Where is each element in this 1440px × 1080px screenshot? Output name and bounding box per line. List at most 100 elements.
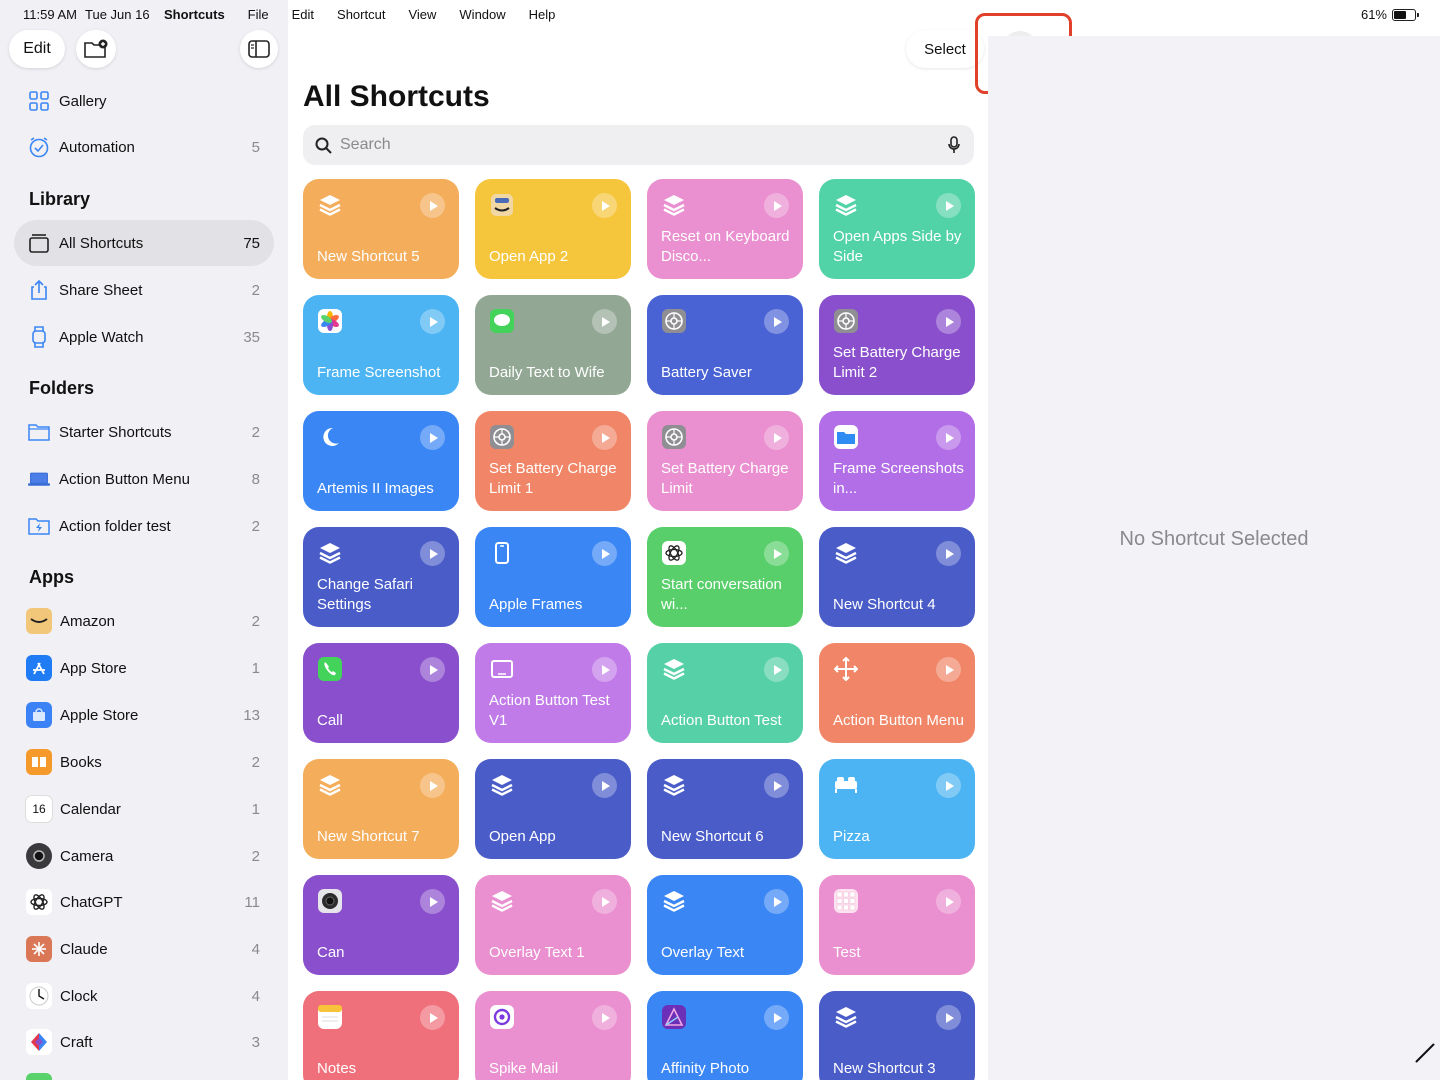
play-icon[interactable] (764, 541, 789, 566)
shortcut-tile[interactable]: Overlay Text (647, 875, 803, 975)
edit-button[interactable]: Edit (9, 30, 65, 68)
sidebar-item-gallery[interactable]: Gallery (14, 78, 274, 124)
play-icon[interactable] (420, 541, 445, 566)
shortcut-tile[interactable]: Set Battery Charge Limit 2 (819, 295, 975, 395)
play-icon[interactable] (420, 773, 445, 798)
shortcut-tile[interactable]: Overlay Text 1 (475, 875, 631, 975)
play-icon[interactable] (764, 657, 789, 682)
shortcut-tile[interactable]: Open App (475, 759, 631, 859)
play-icon[interactable] (936, 773, 961, 798)
play-icon[interactable] (592, 425, 617, 450)
search-field[interactable]: Search (303, 125, 974, 165)
shortcut-tile[interactable]: Open Apps Side by Side (819, 179, 975, 279)
sidebar-item-clock[interactable]: Clock 4 (14, 973, 274, 1019)
shortcut-tile[interactable]: Spike Mail (475, 991, 631, 1080)
play-icon[interactable] (592, 773, 617, 798)
shortcut-tile[interactable]: Action Button Test (647, 643, 803, 743)
play-icon[interactable] (420, 193, 445, 218)
select-button[interactable]: Select (906, 30, 984, 68)
menu-edit[interactable]: Edit (292, 7, 314, 22)
shortcut-tile[interactable]: New Shortcut 6 (647, 759, 803, 859)
play-icon[interactable] (764, 773, 789, 798)
play-icon[interactable] (936, 889, 961, 914)
shortcut-tile[interactable]: Test (819, 875, 975, 975)
play-icon[interactable] (764, 309, 789, 334)
shortcut-tile[interactable]: Set Battery Charge Limit (647, 411, 803, 511)
sidebar-item-chatgpt[interactable]: ChatGPT 11 (14, 879, 274, 925)
shortcut-tile[interactable]: Affinity Photo (647, 991, 803, 1080)
sidebar-item-share-sheet[interactable]: Share Sheet 2 (14, 267, 274, 313)
play-icon[interactable] (420, 1005, 445, 1030)
automation-icon (28, 136, 50, 158)
shortcut-tile[interactable]: Start conversation wi... (647, 527, 803, 627)
sidebar-item-automation[interactable]: Automation 5 (14, 124, 274, 170)
microphone-icon[interactable] (948, 136, 960, 159)
play-icon[interactable] (936, 1005, 961, 1030)
shortcut-tile[interactable]: Reset on Keyboard Disco... (647, 179, 803, 279)
shortcut-tile[interactable]: Call (303, 643, 459, 743)
shortcut-tile[interactable]: Pizza (819, 759, 975, 859)
sidebar-item-books[interactable]: Books 2 (14, 739, 274, 785)
sidebar-item-action-button-menu[interactable]: Action Button Menu 8 (14, 456, 274, 502)
shortcut-tile[interactable]: Set Battery Charge Limit 1 (475, 411, 631, 511)
shortcut-tile[interactable]: Open App 2 (475, 179, 631, 279)
menu-shortcuts[interactable]: Shortcuts (164, 7, 225, 22)
menu-window[interactable]: Window (459, 7, 505, 22)
shortcut-tile[interactable]: New Shortcut 4 (819, 527, 975, 627)
sidebar-item-app-store[interactable]: App Store 1 (14, 645, 274, 691)
sidebar-toggle-button[interactable] (240, 30, 278, 68)
play-icon[interactable] (592, 889, 617, 914)
shortcut-tile[interactable]: New Shortcut 5 (303, 179, 459, 279)
shortcut-tile[interactable]: Change Safari Settings (303, 527, 459, 627)
play-icon[interactable] (936, 309, 961, 334)
sidebar-item-claude[interactable]: Claude 4 (14, 926, 274, 972)
play-icon[interactable] (592, 1005, 617, 1030)
shortcut-tile[interactable]: Apple Frames (475, 527, 631, 627)
menu-shortcut[interactable]: Shortcut (337, 7, 385, 22)
play-icon[interactable] (764, 425, 789, 450)
play-icon[interactable] (936, 425, 961, 450)
shortcut-tile[interactable]: New Shortcut 3 (819, 991, 975, 1080)
shortcut-tile[interactable]: Can (303, 875, 459, 975)
sidebar-item-starter-shortcuts[interactable]: Starter Shortcuts 2 (14, 409, 274, 455)
shortcut-tile[interactable]: Action Button Test V1 (475, 643, 631, 743)
sidebar-item-craft[interactable]: Craft 3 (14, 1019, 274, 1065)
sidebar-item-action-folder-test[interactable]: Action folder test 2 (14, 503, 274, 549)
play-icon[interactable] (936, 541, 961, 566)
sidebar-item-apple-watch[interactable]: Apple Watch 35 (14, 314, 274, 360)
shortcut-tile[interactable]: Daily Text to Wife (475, 295, 631, 395)
play-icon[interactable] (420, 425, 445, 450)
sidebar-item-apple-store[interactable]: Apple Store 13 (14, 692, 274, 738)
shortcut-tile[interactable]: Frame Screenshot (303, 295, 459, 395)
shortcut-label: Apple Frames (489, 596, 583, 613)
play-icon[interactable] (936, 657, 961, 682)
menu-file[interactable]: File (248, 7, 269, 22)
battery-icon (1392, 8, 1419, 21)
new-folder-button[interactable] (76, 30, 116, 68)
shortcut-tile[interactable]: Artemis II Images (303, 411, 459, 511)
spike-icon (489, 1004, 515, 1030)
sidebar-item-camera[interactable]: Camera 2 (14, 833, 274, 879)
shortcut-tile[interactable]: New Shortcut 7 (303, 759, 459, 859)
play-icon[interactable] (764, 889, 789, 914)
play-icon[interactable] (420, 657, 445, 682)
menu-view[interactable]: View (408, 7, 436, 22)
shortcut-tile[interactable]: Battery Saver (647, 295, 803, 395)
sidebar-item-calendar[interactable]: 16 Calendar 1 (14, 786, 274, 832)
menu-help[interactable]: Help (529, 7, 556, 22)
play-icon[interactable] (592, 193, 617, 218)
sidebar-item-all-shortcuts[interactable]: All Shortcuts 75 (14, 220, 274, 266)
play-icon[interactable] (764, 1005, 789, 1030)
play-icon[interactable] (592, 657, 617, 682)
play-icon[interactable] (420, 309, 445, 334)
shortcut-tile[interactable]: Action Button Menu (819, 643, 975, 743)
play-icon[interactable] (936, 193, 961, 218)
play-icon[interactable] (420, 889, 445, 914)
play-icon[interactable] (592, 541, 617, 566)
shortcut-tile[interactable]: Frame Screenshots in... (819, 411, 975, 511)
claude-icon (26, 936, 52, 962)
sidebar-item-amazon[interactable]: Amazon 2 (14, 598, 274, 644)
shortcut-tile[interactable]: Notes (303, 991, 459, 1080)
play-icon[interactable] (764, 193, 789, 218)
play-icon[interactable] (592, 309, 617, 334)
